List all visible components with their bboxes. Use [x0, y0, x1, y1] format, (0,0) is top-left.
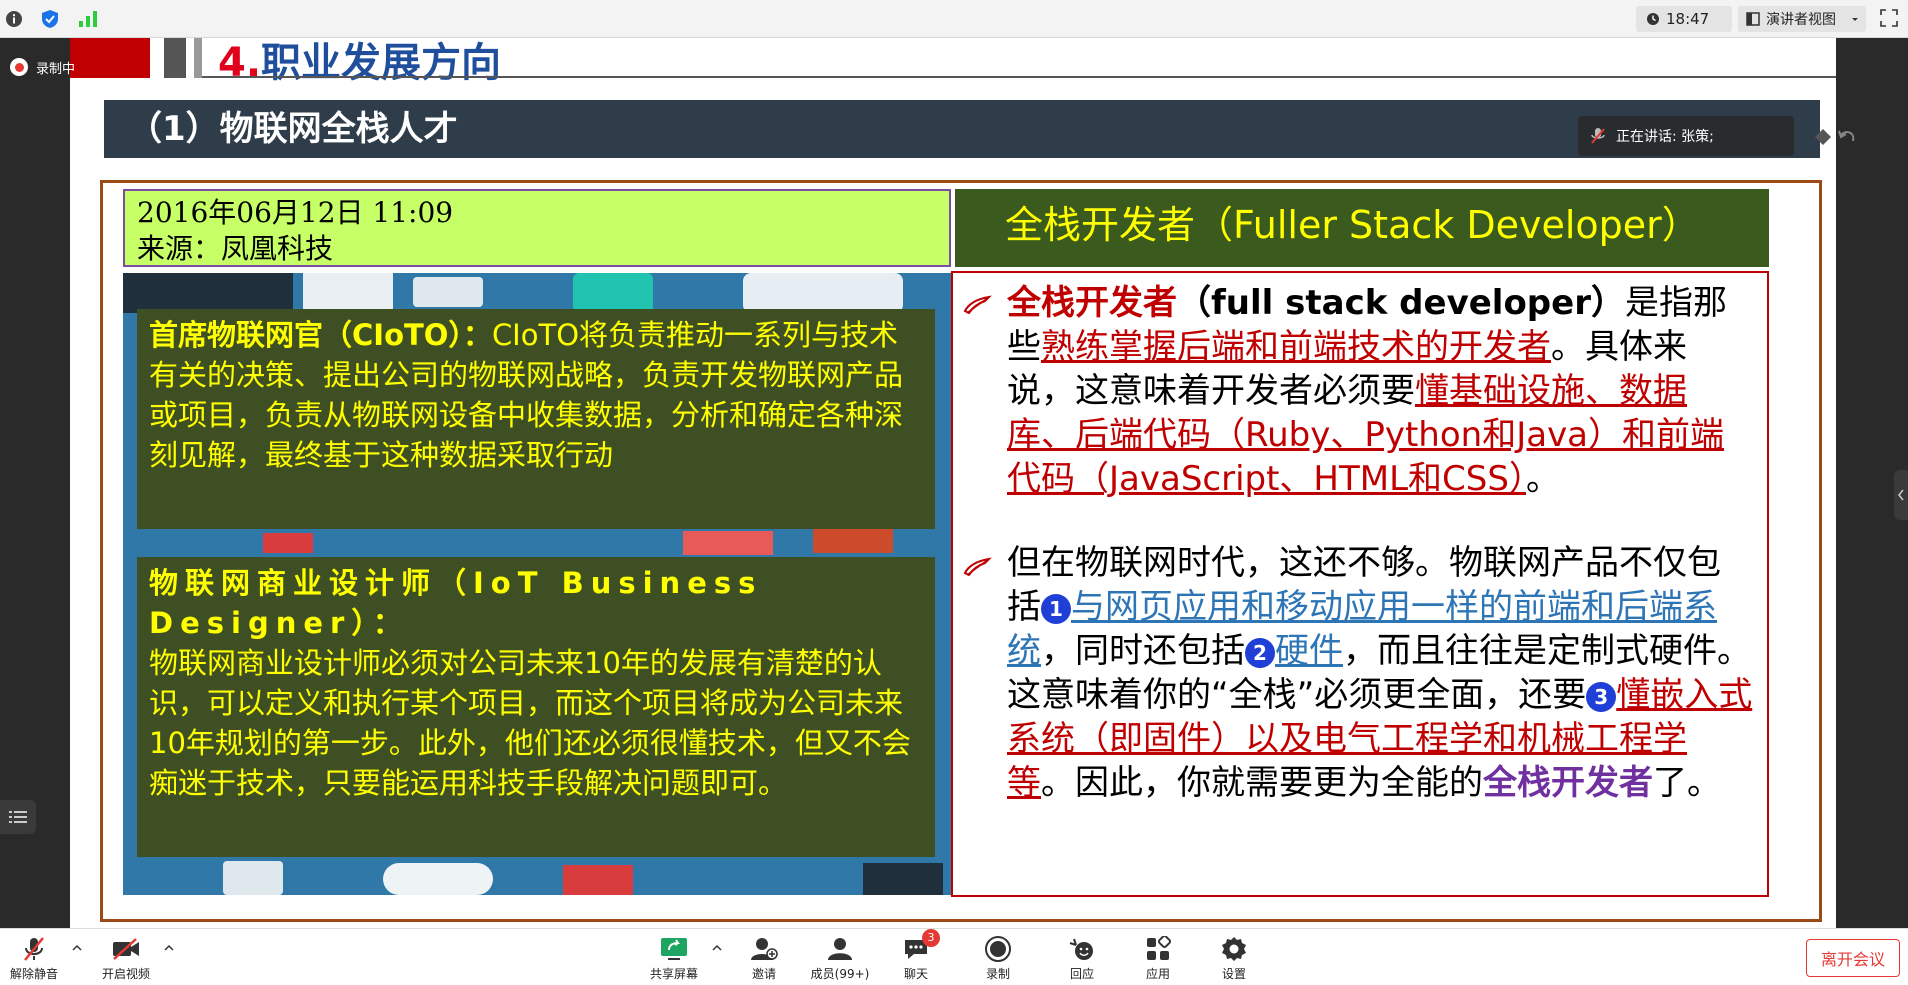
apps-button[interactable]: 应用 — [1118, 933, 1198, 985]
recording-indicator: 录制中 — [10, 54, 75, 80]
term-fullstack-2: 全栈开发者 — [1483, 763, 1653, 803]
fullstack-text-box: 全栈开发者（full stack developer）是指那些熟练掌握后端和前端… — [951, 271, 1769, 897]
unmute-label: 解除静音 — [9, 967, 58, 981]
muted-mic-icon — [22, 933, 46, 965]
recording-label: 录制中 — [36, 61, 76, 77]
source-line: 来源：凤凰科技 — [137, 232, 334, 265]
start-video-label: 开启视频 — [101, 967, 150, 981]
members-button[interactable]: 成员(99+) — [800, 933, 880, 985]
active-speaker-indicator: 正在讲话: 张策; — [1578, 116, 1794, 156]
list-toggle-icon[interactable] — [0, 800, 36, 834]
chat-label: 聊天 — [903, 967, 928, 981]
record-button[interactable]: 录制 — [958, 933, 1038, 985]
invite-label: 邀请 — [751, 967, 776, 981]
share-screen-icon — [659, 933, 689, 965]
left-gutter — [0, 38, 70, 928]
settings-label: 设置 — [1221, 967, 1246, 981]
layout-icon — [1746, 12, 1760, 26]
iot-designer-body: 物联网商业设计师必须对公司未来10年的发展有清楚的认识，可以定义和执行某个项目，… — [149, 646, 911, 800]
active-speaker-label: 正在讲话: 张策; — [1616, 129, 1714, 145]
meeting-clock: 18:47 — [1636, 6, 1732, 32]
meeting-toolbar: 解除静音 开启视频 共享屏幕 邀请 成员(99+) 3 聊天 录制 回应 应用 … — [0, 928, 1908, 985]
add-user-icon — [750, 933, 778, 965]
record-label: 录制 — [985, 967, 1010, 981]
para1-highlight-1: 熟练掌握后端和前端技术的开发者 — [1041, 327, 1551, 367]
leave-meeting-button[interactable]: 离开会议 — [1806, 939, 1900, 977]
para1-text-3: 。 — [1525, 459, 1560, 499]
content-frame: 2016年06月12日 11:09 来源：凤凰科技 首席物联网官（CIoTO）： — [100, 180, 1822, 922]
share-screen-button[interactable]: 共享屏幕 — [634, 933, 714, 985]
unmute-button[interactable]: 解除静音 — [0, 933, 74, 985]
chat-unread-badge: 3 — [922, 929, 940, 947]
start-video-button[interactable]: 开启视频 — [86, 933, 166, 985]
shield-icon[interactable] — [40, 9, 60, 29]
iot-illustration: 首席物联网官（CIoTO）：CIoTO将负责推动一系列与技术有关的决策、提出公司… — [123, 273, 951, 895]
view-mode-label: 演讲者视图 — [1766, 12, 1836, 28]
clock-icon — [1647, 13, 1659, 25]
iot-designer-box: 物联网商业设计师（IoT Business Designer）： 物联网商业设计… — [137, 557, 935, 857]
chat-button[interactable]: 3 聊天 — [876, 929, 956, 985]
meeting-window: 18:47 演讲者视图 录制中 4.职业发展方向 （1）物联网全栈人才 2016… — [0, 0, 1908, 985]
gear-icon — [1220, 933, 1248, 965]
members-label: 成员(99+) — [810, 967, 870, 981]
cioto-heading: 首席物联网官（CIoTO）： — [149, 318, 492, 352]
chevron-up-icon[interactable] — [162, 941, 176, 955]
recording-icon — [10, 58, 28, 76]
chevron-left-icon — [1898, 489, 1904, 501]
pen-bullet-icon — [963, 293, 993, 321]
record-icon — [984, 933, 1012, 965]
pen-bullet-icon — [963, 555, 993, 583]
para2-text-5: 了。 — [1653, 763, 1721, 803]
share-screen-label: 共享屏幕 — [649, 967, 698, 981]
members-icon — [826, 933, 854, 965]
date-line: 2016年06月12日 11:09 — [137, 196, 454, 229]
number-badge: 3 — [1586, 682, 1617, 712]
iot-designer-heading: 物联网商业设计师（IoT Business Designer）： — [149, 566, 763, 640]
react-label: 回应 — [1069, 967, 1094, 981]
apps-icon — [1145, 933, 1171, 965]
chevron-down-icon — [1852, 18, 1858, 21]
apps-label: 应用 — [1145, 967, 1170, 981]
term-fullstack: 全栈开发者 — [1007, 283, 1177, 323]
clock-time: 18:47 — [1666, 10, 1710, 28]
annotation-undo-icon[interactable] — [1810, 120, 1860, 154]
number-badge: 2 — [1245, 638, 1275, 668]
para2-text-4: 。因此，你就需要更为全能的 — [1041, 763, 1483, 803]
view-mode-select[interactable]: 演讲者视图 — [1738, 6, 1866, 32]
info-icon[interactable] — [4, 9, 24, 29]
slide-title-text: 职业发展方向 — [261, 40, 502, 86]
signal-icon[interactable] — [78, 9, 98, 29]
chevron-up-icon[interactable] — [710, 941, 724, 955]
iot-fullstack-paragraph: 但在物联网时代，这还不够。物联网产品不仅包括 1 与网页应用和移动应用一样的前端和后… — [1007, 541, 1753, 805]
settings-button[interactable]: 设置 — [1194, 933, 1274, 985]
para2-highlight-2: 硬件 — [1275, 631, 1343, 671]
fullscreen-icon[interactable] — [1880, 9, 1900, 29]
cioto-box: 首席物联网官（CIoTO）：CIoTO将负责推动一系列与技术有关的决策、提出公司… — [137, 309, 935, 529]
para2-text-2: ，同时还包括 — [1041, 631, 1245, 671]
term-fullstack-en: （full stack developer） — [1177, 283, 1625, 323]
side-panel-toggle[interactable] — [1894, 470, 1908, 520]
number-badge: 1 — [1041, 594, 1071, 624]
slide-title-number: 4. — [218, 40, 262, 86]
top-bar: 18:47 演讲者视图 — [0, 0, 1908, 38]
reaction-icon — [1068, 933, 1096, 965]
react-button[interactable]: 回应 — [1042, 933, 1122, 985]
fullstack-definition: 全栈开发者（full stack developer）是指那些熟练掌握后端和前端… — [1007, 281, 1753, 501]
muted-mic-icon — [1591, 128, 1605, 144]
chevron-up-icon[interactable] — [70, 941, 84, 955]
section-heading: （1）物联网全栈人才 — [104, 100, 1820, 158]
source-box: 2016年06月12日 11:09 来源：凤凰科技 — [123, 189, 951, 267]
title-divider — [202, 76, 1836, 78]
slide-title: 4.职业发展方向 — [218, 38, 501, 88]
invite-button[interactable]: 邀请 — [724, 933, 804, 985]
video-off-icon — [111, 933, 141, 965]
fullstack-header: 全栈开发者（Fuller Stack Developer） — [955, 189, 1769, 267]
shared-slide: 4.职业发展方向 （1）物联网全栈人才 2016年06月12日 11:09 来源… — [70, 38, 1836, 928]
